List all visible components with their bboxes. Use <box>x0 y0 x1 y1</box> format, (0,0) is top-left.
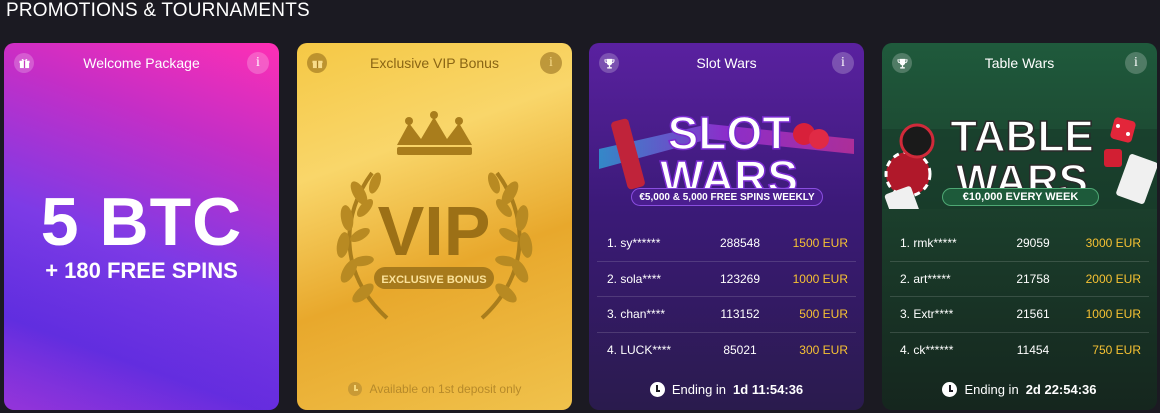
player-prize: 1000 EUR <box>792 271 848 286</box>
player-prize: 3000 EUR <box>1085 236 1141 251</box>
leaderboard-row: 2. sola**** 123269 1000 EUR <box>597 262 856 297</box>
banner-ribbon: €5,000 & 5,000 FREE SPINS WEEKLY <box>631 188 823 206</box>
card-title: Slot Wars <box>696 55 757 71</box>
card-title: Table Wars <box>984 55 1055 71</box>
player-prize: 2000 EUR <box>1085 271 1141 286</box>
leaderboard-row: 2. art***** 21758 2000 EUR <box>890 262 1149 297</box>
player-score: 85021 <box>723 343 757 358</box>
banner-line-1: TABLE <box>950 112 1093 161</box>
player-score: 21561 <box>1016 307 1050 322</box>
countdown-value: 1d 11:54:36 <box>733 382 804 397</box>
leaderboard-row: 4. LUCK**** 85021 300 EUR <box>597 333 856 369</box>
leaderboard-row: 3. Extr**** 21561 1000 EUR <box>890 297 1149 333</box>
countdown: Ending in 1d 11:54:36 <box>589 382 864 397</box>
card-title: Welcome Package <box>83 55 200 71</box>
countdown-value: 2d 22:54:36 <box>1025 382 1097 397</box>
card-title: Exclusive VIP Bonus <box>370 55 499 71</box>
player-score: 29059 <box>1016 236 1050 251</box>
banner-ribbon: €10,000 EVERY WEEK <box>942 188 1099 206</box>
leaderboard-row: 3. chan**** 113152 500 EUR <box>597 297 856 333</box>
player-score: 123269 <box>719 271 761 286</box>
player-name: 4. LUCK**** <box>607 343 672 358</box>
player-name: 1. rmk***** <box>900 236 957 251</box>
clock-icon <box>347 382 362 396</box>
welcome-package-card[interactable]: Welcome Package i 5 BTC + 180 FREE SPINS <box>4 43 279 410</box>
player-prize: 1500 EUR <box>792 236 848 251</box>
countdown-label: Ending in <box>964 382 1019 397</box>
leaderboard-row: 1. rmk***** 29059 3000 EUR <box>890 226 1149 262</box>
section-title: PROMOTIONS & TOURNAMENTS <box>6 0 310 21</box>
vip-ribbon-text: EXCLUSIVE BONUS <box>381 274 486 286</box>
table-wars-card[interactable]: Table Wars i TABLE WARS €10,000 EVERY WE… <box>882 43 1157 410</box>
countdown: Ending in 2d 22:54:36 <box>882 382 1157 397</box>
bonus-headline: 5 BTC <box>40 184 243 260</box>
player-score: 288548 <box>719 236 761 251</box>
clock-icon <box>649 382 665 397</box>
player-prize: 300 EUR <box>799 343 848 358</box>
leaderboard-row: 4. ck****** 11454 750 EUR <box>890 333 1149 369</box>
vip-bonus-card[interactable]: Exclusive VIP Bonus i VIP EXCLUSIVE BONU… <box>297 43 572 410</box>
slot-wars-card[interactable]: Slot Wars i SLOT WARS €5,000 & 5,000 FRE… <box>589 43 864 410</box>
player-name: 3. chan**** <box>607 307 666 322</box>
countdown-label: Ending in <box>671 382 727 397</box>
player-name: 4. ck****** <box>900 343 954 358</box>
player-name: 1. sy****** <box>607 236 661 251</box>
vip-laurel-illustration: VIP EXCLUSIVE BONUS <box>336 111 533 320</box>
player-prize: 750 EUR <box>1092 343 1141 358</box>
player-score: 21758 <box>1016 271 1050 286</box>
player-name: 2. sola**** <box>607 271 662 286</box>
player-score: 113152 <box>720 307 760 322</box>
vip-art-text: VIP <box>378 192 491 270</box>
vip-footer-text: Available on 1st deposit only <box>369 382 522 396</box>
crown-icon <box>397 111 472 155</box>
bonus-subline: + 180 FREE SPINS <box>45 258 238 283</box>
vip-footer: Available on 1st deposit only <box>297 382 572 396</box>
player-score: 11454 <box>1016 343 1050 358</box>
leaderboard-row: 1. sy****** 288548 1500 EUR <box>597 226 856 262</box>
player-name: 3. Extr**** <box>900 307 954 322</box>
player-name: 2. art***** <box>900 271 951 286</box>
player-prize: 1000 EUR <box>1085 307 1141 322</box>
player-prize: 500 EUR <box>799 307 848 322</box>
leaderboard: 1. rmk***** 29059 3000 EUR 2. art***** 2… <box>890 226 1149 368</box>
clock-icon <box>942 382 958 397</box>
leaderboard: 1. sy****** 288548 1500 EUR 2. sola**** … <box>597 226 856 368</box>
